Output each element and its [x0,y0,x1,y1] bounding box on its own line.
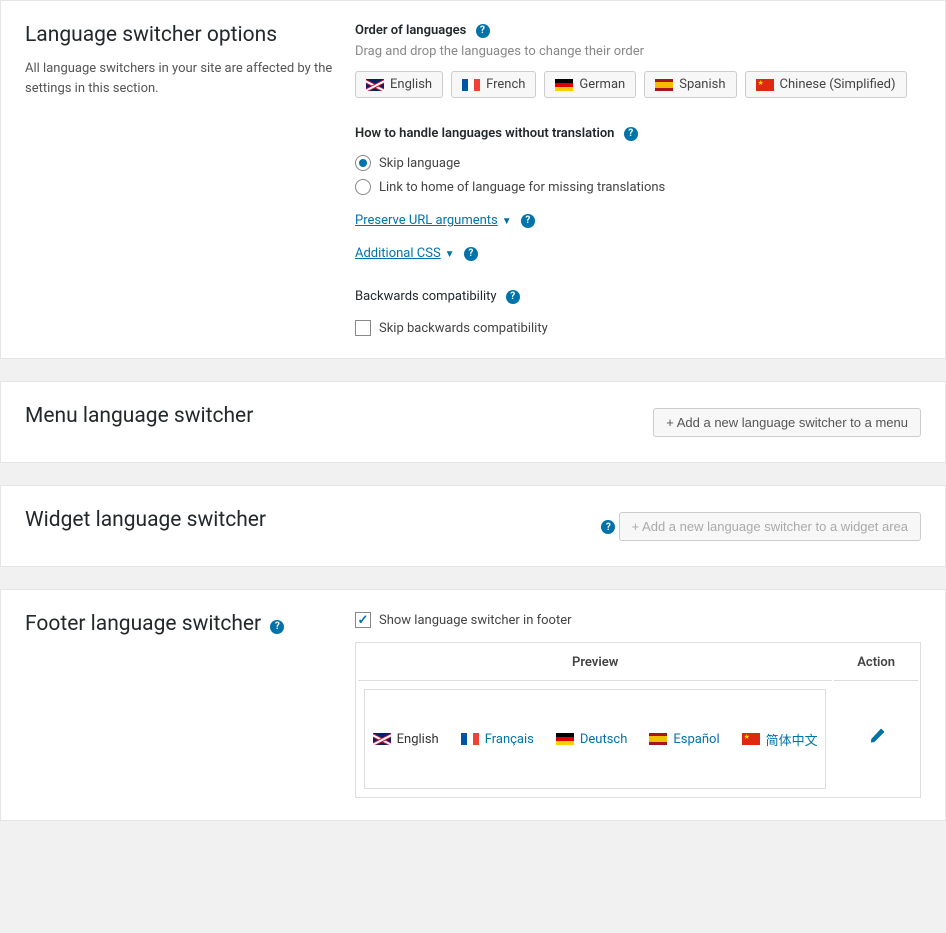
help-icon[interactable]: ? [506,290,520,304]
language-pill-spanish[interactable]: Spanish [644,71,736,98]
preview-lang-german[interactable]: Deutsch [556,732,628,747]
table-row: English Français Deutsch Español 简体中文 [358,683,918,795]
footer-language-switcher-panel: Footer language switcher ? Show language… [0,589,946,821]
help-icon[interactable]: ? [476,24,490,38]
language-pill-label: German [579,77,625,92]
caret-down-icon: ▼ [445,249,455,260]
skip-backcompat-checkbox[interactable] [355,320,371,336]
switcher-options-description: All language switchers in your site are … [25,59,335,98]
radio-skip-language[interactable] [355,155,371,171]
es-flag-icon [655,79,673,91]
action-column-header: Action [834,645,918,681]
radio-home-label: Link to home of language for missing tra… [379,180,665,195]
language-pill-label: French [486,77,525,92]
caret-down-icon: ▼ [502,216,512,227]
language-pill-chinese[interactable]: Chinese (Simplified) [745,71,907,98]
footer-preview-table: Preview Action English Français Deutsch … [355,642,921,798]
order-of-languages-label: Order of languages [355,23,466,38]
cn-flag-icon [742,733,760,745]
menu-switcher-title: Menu language switcher [25,404,253,428]
de-flag-icon [555,79,573,91]
fr-flag-icon [461,733,479,745]
language-pill-label: English [390,77,432,92]
uk-flag-icon [366,79,384,91]
cn-flag-icon [756,79,774,91]
preview-lang-english[interactable]: English [373,732,439,747]
backwards-compatibility-label: Backwards compatibility [355,289,497,304]
edit-icon[interactable] [867,728,885,746]
es-flag-icon [649,733,667,745]
help-icon[interactable]: ? [601,520,615,534]
handle-languages-label: How to handle languages without translat… [355,126,614,141]
preview-lang-spanish[interactable]: Español [649,732,719,747]
language-pill-label: Spanish [679,77,725,92]
radio-skip-label: Skip language [379,156,460,171]
language-order-list: English French German Spanish Chinese (S… [355,71,921,98]
fr-flag-icon [462,79,480,91]
language-pill-german[interactable]: German [544,71,636,98]
show-footer-switcher-checkbox[interactable] [355,612,371,628]
language-pill-french[interactable]: French [451,71,536,98]
show-footer-switcher-label: Show language switcher in footer [379,613,572,628]
preserve-url-toggle[interactable]: Preserve URL arguments [355,213,498,228]
skip-backcompat-label: Skip backwards compatibility [379,321,548,336]
language-pill-english[interactable]: English [355,71,443,98]
footer-preview: English Français Deutsch Español 简体中文 [364,689,826,789]
add-menu-switcher-button[interactable]: + Add a new language switcher to a menu [653,408,921,437]
add-widget-switcher-button[interactable]: + Add a new language switcher to a widge… [619,512,921,541]
help-icon[interactable]: ? [464,247,478,261]
radio-link-home[interactable] [355,179,371,195]
uk-flag-icon [373,733,391,745]
widget-language-switcher-panel: Widget language switcher ? + Add a new l… [0,485,946,567]
menu-language-switcher-panel: Menu language switcher + Add a new langu… [0,381,946,463]
help-icon[interactable]: ? [270,620,284,634]
additional-css-toggle[interactable]: Additional CSS [355,246,441,261]
help-icon[interactable]: ? [521,214,535,228]
language-pill-label: Chinese (Simplified) [780,77,896,92]
preview-lang-chinese[interactable]: 简体中文 [742,730,818,749]
preview-lang-french[interactable]: Français [461,732,534,747]
order-subtext: Drag and drop the languages to change th… [355,44,921,59]
help-icon[interactable]: ? [624,127,638,141]
switcher-options-title: Language switcher options [25,23,335,47]
language-switcher-options-panel: Language switcher options All language s… [0,0,946,359]
preview-column-header: Preview [358,645,832,681]
footer-switcher-title: Footer language switcher [25,612,261,636]
widget-switcher-title: Widget language switcher [25,508,266,532]
de-flag-icon [556,733,574,745]
